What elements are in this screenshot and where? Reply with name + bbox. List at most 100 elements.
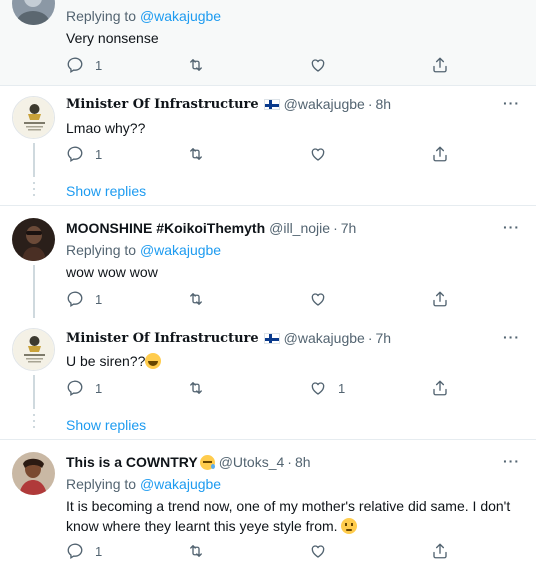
mention-link[interactable]: @wakajugbe [140, 8, 221, 24]
timestamp[interactable]: 7h [375, 330, 391, 346]
share-button[interactable] [431, 145, 449, 163]
more-icon[interactable]: ··· [503, 219, 520, 235]
tweet-header: MOONSHINE #KoikoiThemyth @ill_nojie · 7h [66, 220, 356, 236]
reply-icon [67, 380, 83, 396]
show-replies-link[interactable]: Show replies [66, 417, 146, 433]
separator: · [367, 96, 373, 112]
like-button[interactable]: 1 [309, 379, 345, 397]
retweet-button[interactable] [187, 145, 216, 163]
finland-flag-icon [263, 98, 280, 110]
replying-to: Replying to @wakajugbe [66, 8, 222, 24]
retweet-button[interactable] [187, 542, 216, 560]
reply-button[interactable]: 1 [66, 379, 102, 397]
share-icon [433, 291, 447, 307]
display-name[interactable]: This is a COWNTRY [66, 454, 198, 470]
avatar[interactable] [12, 328, 55, 371]
tweet-actions: 1 1 [66, 379, 456, 397]
like-button[interactable] [309, 542, 338, 560]
like-button[interactable] [309, 290, 338, 308]
reply-icon [67, 543, 83, 559]
sleepy-face-emoji [199, 454, 215, 470]
more-icon[interactable]: ··· [503, 329, 520, 345]
like-icon [311, 545, 325, 558]
rolling-laughing-emoji [145, 353, 162, 369]
show-replies-link[interactable]: Show replies [66, 183, 146, 199]
retweet-button[interactable] [187, 379, 216, 397]
tweet-text: wow wow wow [66, 264, 158, 280]
timestamp[interactable]: 8h [295, 454, 311, 470]
replying-to: Replying to @wakajugbe [66, 476, 222, 492]
reply-icon [67, 146, 83, 162]
separator: · [367, 330, 373, 346]
reply-button[interactable]: 1 [66, 542, 102, 560]
share-button[interactable] [431, 290, 449, 308]
avatar[interactable] [12, 218, 55, 261]
like-icon [311, 382, 325, 395]
tweet-text: Very nonsense [66, 30, 159, 46]
like-icon [311, 148, 325, 161]
share-icon [433, 57, 447, 73]
retweet-icon [190, 382, 202, 394]
avatar[interactable] [12, 96, 55, 139]
tweet-1[interactable]: Replying to @wakajugbe Very nonsense 1 [0, 0, 536, 85]
mention-link[interactable]: @wakajugbe [140, 242, 221, 258]
reply-button[interactable]: 1 [66, 290, 102, 308]
avatar[interactable] [12, 0, 55, 25]
display-name[interactable]: Minister Of Infrastructure [66, 97, 259, 112]
username[interactable]: @wakajugbe [284, 96, 365, 112]
tweet-actions: 1 [66, 290, 456, 308]
share-icon [433, 380, 447, 396]
tweet-2[interactable]: Minister Of Infrastructure @wakajugbe · … [0, 86, 536, 205]
username[interactable]: @ill_nojie [269, 220, 330, 236]
share-icon [433, 146, 447, 162]
display-name[interactable]: Minister Of Infrastructure [66, 331, 259, 346]
replying-to: Replying to @wakajugbe [66, 242, 222, 258]
retweet-icon [190, 293, 202, 305]
like-button[interactable] [309, 56, 338, 74]
tweet-text: Lmao why?? [66, 120, 146, 136]
slightly-frowning-emoji [341, 518, 358, 534]
timestamp[interactable]: 8h [375, 96, 391, 112]
share-button[interactable] [431, 542, 449, 560]
retweet-icon [190, 148, 202, 160]
retweet-icon [190, 59, 202, 71]
reply-icon [67, 291, 83, 307]
thread-dots [33, 182, 35, 200]
like-button[interactable] [309, 145, 338, 163]
separator: · [333, 220, 338, 236]
tweet-header: Minister Of Infrastructure @wakajugbe · … [66, 96, 391, 112]
thread-line [33, 265, 35, 318]
thread-dots [33, 414, 35, 432]
thread-line [33, 375, 35, 409]
display-name[interactable]: MOONSHINE #KoikoiThemyth [66, 220, 265, 236]
tweet-3[interactable]: MOONSHINE #KoikoiThemyth @ill_nojie · 7h… [0, 206, 536, 318]
tweet-actions: 1 [66, 56, 456, 74]
tweet-header: Minister Of Infrastructure @wakajugbe · … [66, 330, 391, 346]
share-icon [433, 543, 447, 559]
tweet-text: It is becoming a trend now, one of my mo… [66, 498, 511, 534]
thread-line [33, 143, 35, 177]
tweet-text: U be siren?? [66, 351, 516, 371]
retweet-icon [190, 545, 202, 557]
timestamp[interactable]: 7h [341, 220, 357, 236]
username[interactable]: @Utoks_4 [219, 454, 285, 470]
like-icon [311, 59, 325, 72]
tweet-4[interactable]: Minister Of Infrastructure @wakajugbe · … [0, 318, 536, 438]
share-button[interactable] [431, 379, 449, 397]
reply-button[interactable]: 1 [66, 56, 102, 74]
tweet-header: This is a COWNTRY @Utoks_4 · 8h [66, 454, 311, 470]
reply-icon [67, 57, 83, 73]
reply-button[interactable]: 1 [66, 145, 102, 163]
more-icon[interactable]: ··· [503, 95, 520, 111]
share-button[interactable] [431, 56, 449, 74]
tweet-5[interactable]: This is a COWNTRY @Utoks_4 · 8h ··· Repl… [0, 440, 536, 567]
tweet-actions: 1 [66, 145, 456, 163]
like-icon [311, 293, 325, 306]
more-icon[interactable]: ··· [503, 453, 520, 469]
tweet-actions: 1 [66, 542, 456, 560]
retweet-button[interactable] [187, 56, 216, 74]
username[interactable]: @wakajugbe [284, 330, 365, 346]
avatar[interactable] [12, 452, 55, 495]
mention-link[interactable]: @wakajugbe [140, 476, 221, 492]
retweet-button[interactable] [187, 290, 216, 308]
